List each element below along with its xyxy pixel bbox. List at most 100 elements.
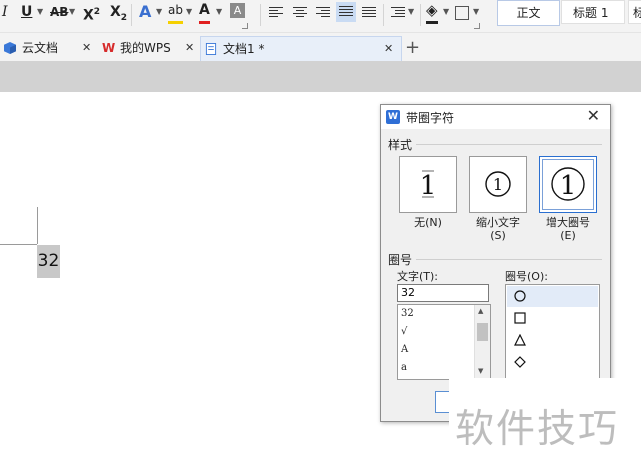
new-tab-button[interactable]: + — [405, 36, 420, 60]
subscript-button[interactable]: X2 — [110, 3, 128, 23]
tab-bar: 云文档 ✕ W 我的WPS ✕ 文档1 * ✕ + — [0, 32, 641, 61]
diamond-icon — [514, 356, 526, 368]
close-icon[interactable]: ✕ — [384, 37, 393, 61]
document-icon — [205, 43, 217, 55]
watermark-text: 软件技巧 — [455, 407, 620, 452]
superscript-mark: 2 — [93, 7, 101, 17]
ribbon-toolbar: I U ▼ AB ▼ X2 X2 A ▼ ab ▼ A ▼ A ▼ ◈ ▼ ▼ … — [0, 0, 641, 32]
tab-my-wps[interactable]: W 我的WPS ✕ — [98, 36, 198, 60]
align-right-icon[interactable] — [316, 5, 330, 19]
style-hotkey: (S) — [490, 229, 506, 242]
highlight-button[interactable]: ab — [168, 3, 183, 24]
enclosure-circle-item[interactable] — [507, 286, 598, 307]
svg-text:1: 1 — [560, 171, 577, 201]
style-normal[interactable]: 正文 — [497, 0, 560, 26]
subscript-mark: 2 — [120, 12, 128, 23]
underline-dropdown-icon[interactable]: ▼ — [37, 7, 43, 16]
style-heading-2[interactable]: 标 — [628, 0, 641, 24]
style-enlarge-enclosure-option[interactable]: 1 — [539, 156, 597, 213]
text-list-scrollbar[interactable]: ▲ ▼ — [474, 305, 490, 379]
tab-label: 我的WPS — [120, 41, 171, 55]
scroll-up-icon[interactable]: ▲ — [478, 307, 483, 315]
subscript-label: X — [110, 4, 121, 20]
ribbon-divider — [260, 4, 261, 26]
list-item[interactable]: a — [401, 362, 407, 373]
style-none-label: 无(N) — [399, 216, 457, 229]
ruler-area — [0, 61, 641, 92]
group-divider — [416, 144, 602, 145]
justify-icon[interactable] — [336, 2, 356, 22]
close-icon[interactable]: ✕ — [185, 36, 194, 60]
list-item[interactable]: √ — [401, 326, 407, 337]
char-shading-button[interactable]: A — [230, 3, 245, 18]
paint-bucket-icon[interactable]: ◈ — [426, 3, 438, 24]
border-icon[interactable] — [455, 6, 469, 20]
style-heading-1[interactable]: 标题 1 — [561, 0, 625, 24]
line-spacing-icon[interactable] — [391, 5, 405, 19]
enclosure-group-label: 圈号 — [388, 253, 413, 267]
list-item[interactable]: 32 — [401, 308, 414, 319]
style-shrink-preview: 1 — [485, 171, 511, 197]
selected-text[interactable]: 32 — [37, 245, 60, 278]
enclosure-triangle-item[interactable] — [507, 330, 598, 351]
text-label: 文字(T): — [397, 270, 439, 283]
font-color-dropdown-icon[interactable]: ▼ — [216, 7, 222, 16]
tab-document-1[interactable]: 文档1 * ✕ — [200, 36, 402, 61]
style-none-preview: 1 — [420, 170, 436, 201]
square-icon — [514, 312, 526, 324]
highlight-dropdown-icon[interactable]: ▼ — [186, 7, 192, 16]
align-left-icon[interactable] — [269, 5, 283, 19]
tab-cloud-docs[interactable]: 云文档 ✕ — [0, 36, 97, 60]
wps-logo-icon: W — [102, 41, 116, 55]
style-enlarge-preview: 1 — [551, 167, 585, 201]
superscript-label: X — [83, 7, 94, 24]
text-list[interactable]: 32 √ A a ▲ ▼ — [397, 304, 491, 380]
close-icon[interactable]: ✕ — [587, 106, 600, 125]
svg-text:1: 1 — [493, 175, 503, 194]
triangle-icon — [514, 334, 526, 346]
ribbon-divider — [383, 4, 384, 26]
text-input[interactable] — [397, 284, 489, 302]
align-center-icon[interactable] — [293, 5, 307, 19]
paragraph-dialog-launcher-icon[interactable] — [474, 23, 480, 29]
enclosure-list[interactable] — [505, 284, 600, 382]
dialog-titlebar: W 带圈字符 ✕ — [381, 105, 610, 129]
font-color-button[interactable]: A — [199, 3, 210, 24]
close-icon[interactable]: ✕ — [82, 36, 91, 60]
font-dialog-launcher-icon[interactable] — [242, 23, 248, 29]
text-effect-dropdown-icon[interactable]: ▼ — [156, 7, 162, 16]
tab-label: 文档1 * — [223, 42, 265, 56]
enclosure-square-item[interactable] — [507, 308, 598, 329]
ribbon-divider — [131, 4, 132, 26]
style-shrink-text-option[interactable]: 1 — [469, 156, 527, 213]
scrollbar-thumb[interactable] — [477, 323, 488, 341]
tab-label: 云文档 — [22, 41, 59, 55]
style-shrink-label: 缩小文字 (S) — [469, 216, 527, 242]
italic-button[interactable]: I — [2, 3, 8, 21]
style-enlarge-label: 增大圈号 (E) — [539, 216, 597, 242]
circle-icon — [514, 290, 526, 302]
ribbon-divider — [420, 4, 421, 26]
wps-writer-icon: W — [386, 110, 400, 124]
group-divider — [416, 259, 602, 260]
crop-mark — [0, 244, 37, 245]
distributed-align-icon[interactable] — [362, 5, 376, 19]
list-item[interactable]: A — [401, 344, 408, 355]
strikethrough-dropdown-icon[interactable]: ▼ — [69, 7, 75, 16]
style-name: 增大圈号 — [546, 216, 590, 229]
style-name: 无 — [414, 216, 426, 229]
superscript-button[interactable]: X2 — [83, 3, 101, 24]
strikethrough-button[interactable]: AB — [50, 3, 68, 21]
line-spacing-dropdown-icon[interactable]: ▼ — [408, 7, 414, 16]
style-hotkey: (N) — [425, 216, 442, 229]
enclosure-diamond-item[interactable] — [507, 352, 598, 373]
border-dropdown-icon[interactable]: ▼ — [473, 7, 479, 16]
scroll-down-icon[interactable]: ▼ — [478, 367, 483, 375]
enclosure-label: 圈号(O): — [505, 270, 548, 283]
style-none-option[interactable]: 1 — [399, 156, 457, 213]
style-group-label: 样式 — [388, 138, 413, 152]
text-effect-button[interactable]: A — [139, 3, 151, 21]
crop-mark — [37, 207, 38, 244]
shading-dropdown-icon[interactable]: ▼ — [443, 7, 449, 16]
underline-button[interactable]: U — [21, 3, 32, 21]
